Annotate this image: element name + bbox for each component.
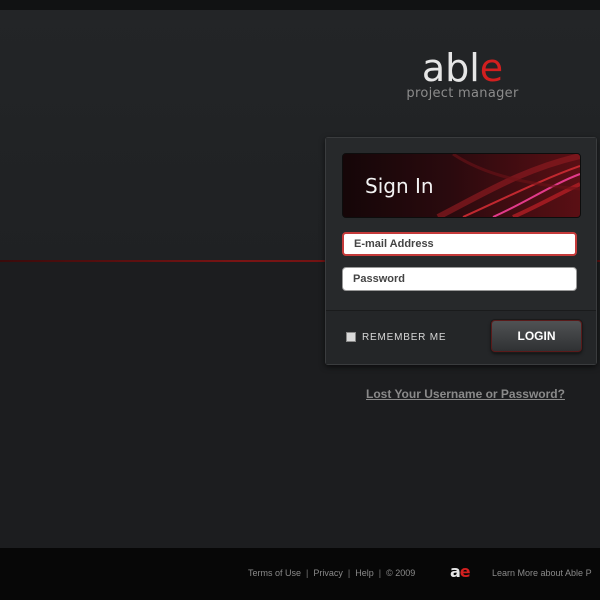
password-field[interactable]: [342, 267, 577, 291]
ae-logo-accent-letter: e: [459, 562, 471, 581]
remember-me-checkbox[interactable]: [346, 332, 356, 342]
logo-subtitle: project manager: [406, 86, 519, 101]
login-panel: Sign In REMEMBER ME LOGIN: [325, 137, 597, 365]
footer-separator: |: [347, 568, 351, 578]
logo-wordmark: able: [400, 48, 525, 88]
email-field[interactable]: [342, 232, 577, 256]
help-link[interactable]: Help: [355, 568, 374, 578]
sign-in-banner: Sign In: [342, 153, 581, 218]
terms-link[interactable]: Terms of Use: [248, 568, 301, 578]
logo-accent-letter: e: [479, 46, 504, 90]
remember-me-option[interactable]: REMEMBER ME: [346, 330, 446, 344]
app-logo: able project manager: [400, 48, 525, 112]
ae-logo-letter: a: [450, 562, 461, 581]
footer-links: Terms of Use | Privacy | Help | © 2009: [248, 568, 415, 582]
copyright-text: © 2009: [386, 568, 416, 578]
login-button[interactable]: LOGIN: [491, 320, 582, 352]
learn-more-link[interactable]: Learn More about Able P: [492, 568, 600, 578]
remember-me-label[interactable]: REMEMBER ME: [362, 332, 446, 343]
footer-separator: |: [378, 568, 382, 578]
logo-text: abl: [421, 46, 480, 90]
footer-separator: |: [306, 568, 309, 578]
lost-credentials-link[interactable]: Lost Your Username or Password?: [366, 387, 565, 401]
sign-in-title: Sign In: [365, 174, 434, 198]
footer: Terms of Use | Privacy | Help | © 2009 ae Lear…: [0, 548, 600, 600]
privacy-link[interactable]: Privacy: [313, 568, 343, 578]
ae-logo[interactable]: ae: [450, 562, 476, 584]
